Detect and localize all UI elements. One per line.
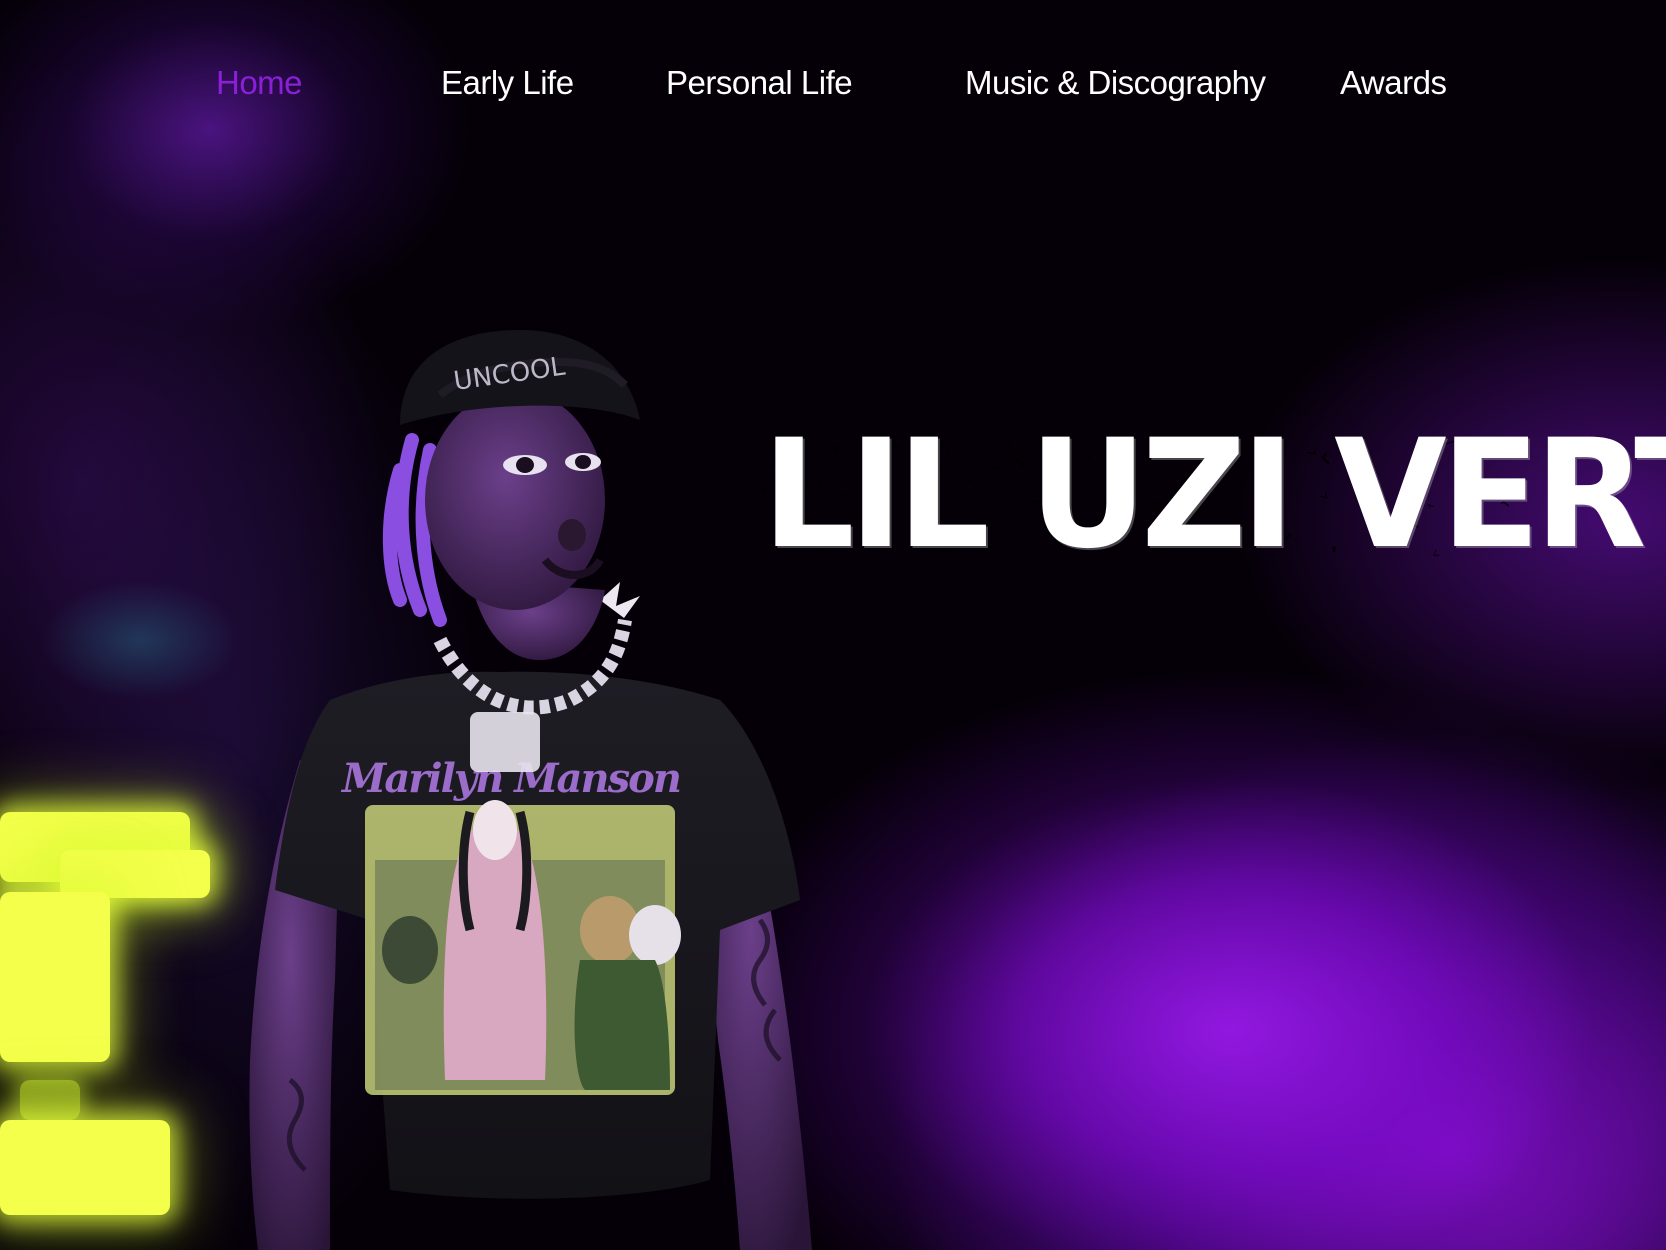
nav-early-life[interactable]: Early Life <box>441 64 574 102</box>
hero-section: Marilyn Manson UNCOOL Home Early Life Pe… <box>0 0 1666 1250</box>
performer-photo: Marilyn Manson UNCOOL <box>249 330 812 1250</box>
main-nav: Home Early Life Personal Life Music & Di… <box>0 64 1666 114</box>
nav-personal-life[interactable]: Personal Life <box>666 64 853 102</box>
nav-music-discography[interactable]: Music & Discography <box>965 64 1266 102</box>
hero-title: LIL UZI VERT <box>762 408 1666 582</box>
nav-awards[interactable]: Awards <box>1340 64 1447 102</box>
nav-home[interactable]: Home <box>216 64 303 102</box>
